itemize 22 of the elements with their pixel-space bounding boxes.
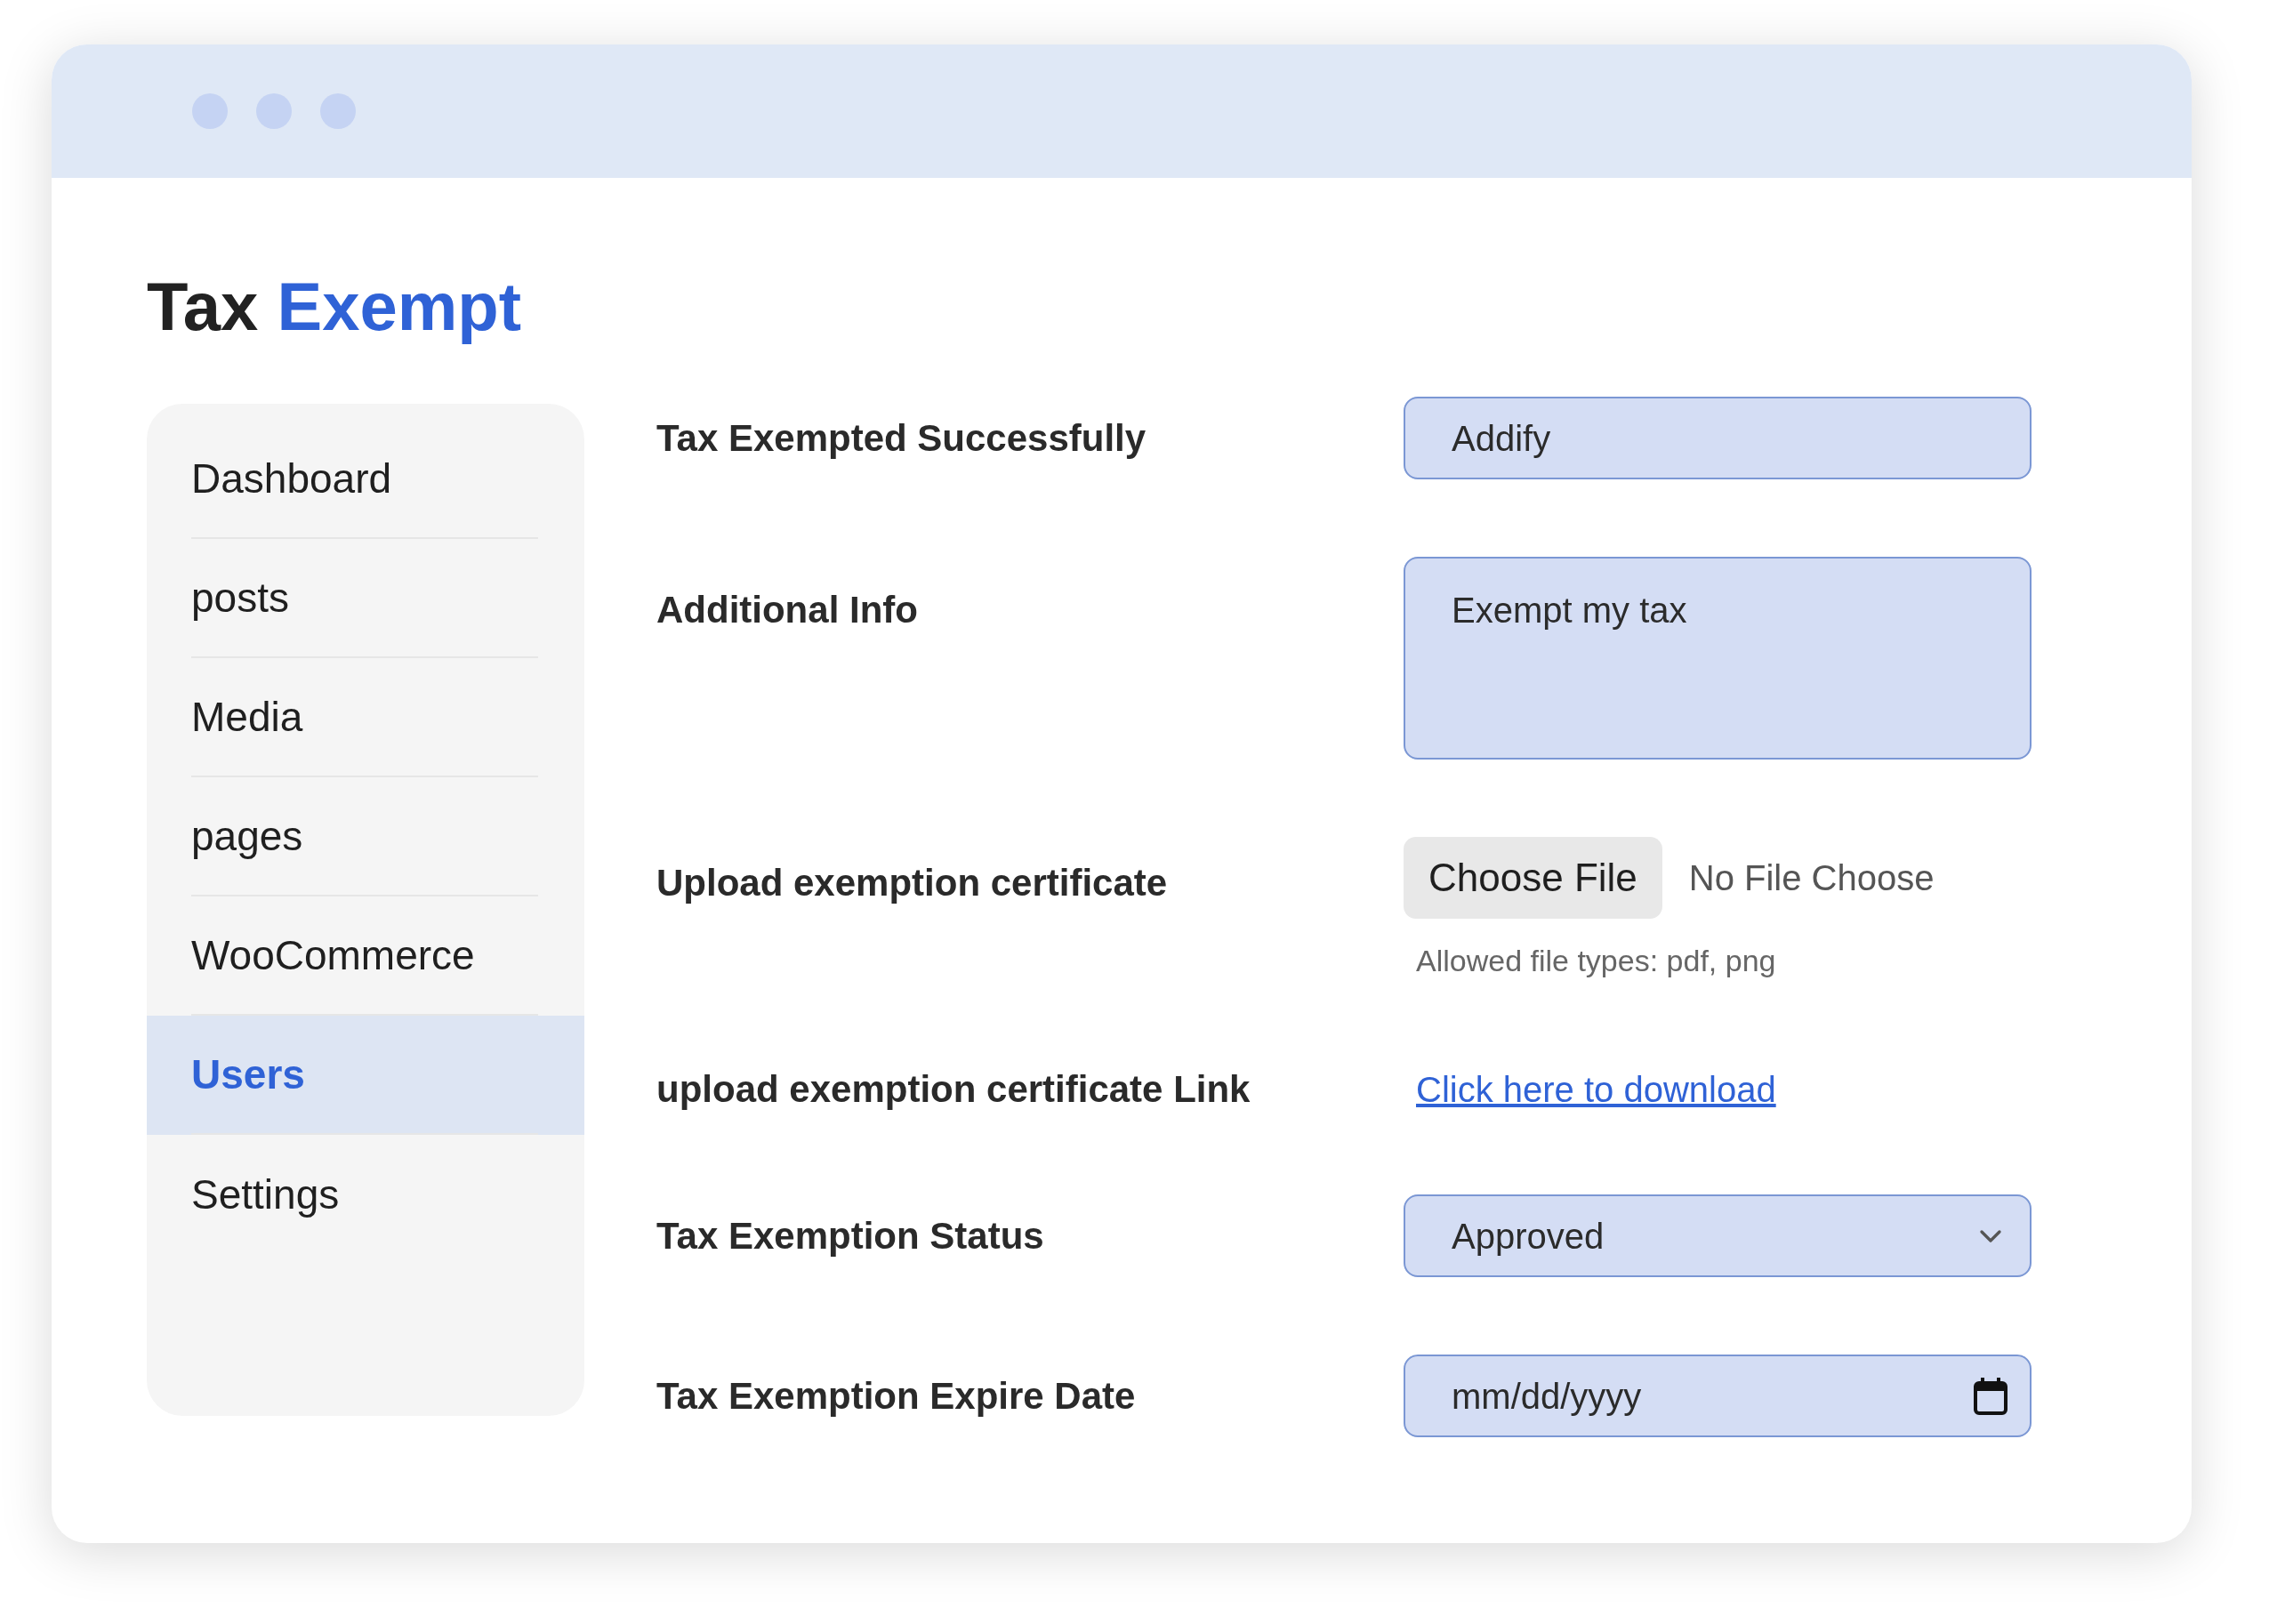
field-label: Upload exemption certificate: [656, 861, 1169, 905]
field-label: Tax Exemption Expire Date: [656, 1374, 1137, 1419]
file-types-hint: Allowed file types: pdf, png: [1416, 943, 1777, 979]
sidebar-item[interactable]: pages: [147, 777, 584, 896]
field-label: Additional Info: [656, 588, 919, 632]
page-title: Tax Exempt: [147, 268, 521, 346]
field-label: upload exemption certificate Link: [656, 1067, 1251, 1112]
text-field[interactable]: Addify: [1404, 397, 2032, 479]
textarea-field[interactable]: Exempt my tax: [1404, 557, 2032, 760]
choose-file-button[interactable]: Choose File: [1404, 837, 1662, 919]
field-label: Tax Exemption Status: [656, 1214, 1045, 1258]
download-link[interactable]: Click here to download: [1416, 1062, 1776, 1116]
field-label: Tax Exempted Successfully: [656, 416, 1147, 461]
file-status: No File Choose: [1688, 857, 1935, 899]
sidebar-item[interactable]: Media: [147, 658, 584, 777]
date-field[interactable]: mm/dd/yyyy: [1404, 1355, 2032, 1437]
sidebar-item[interactable]: Users: [147, 1016, 584, 1135]
sidebar-item[interactable]: Dashboard: [147, 420, 584, 539]
sidebar-item[interactable]: posts: [147, 539, 584, 658]
sidebar-item[interactable]: Settings: [147, 1135, 584, 1254]
status-dropdown[interactable]: Approved: [1404, 1194, 2032, 1277]
calendar-icon: [1973, 1376, 2008, 1416]
